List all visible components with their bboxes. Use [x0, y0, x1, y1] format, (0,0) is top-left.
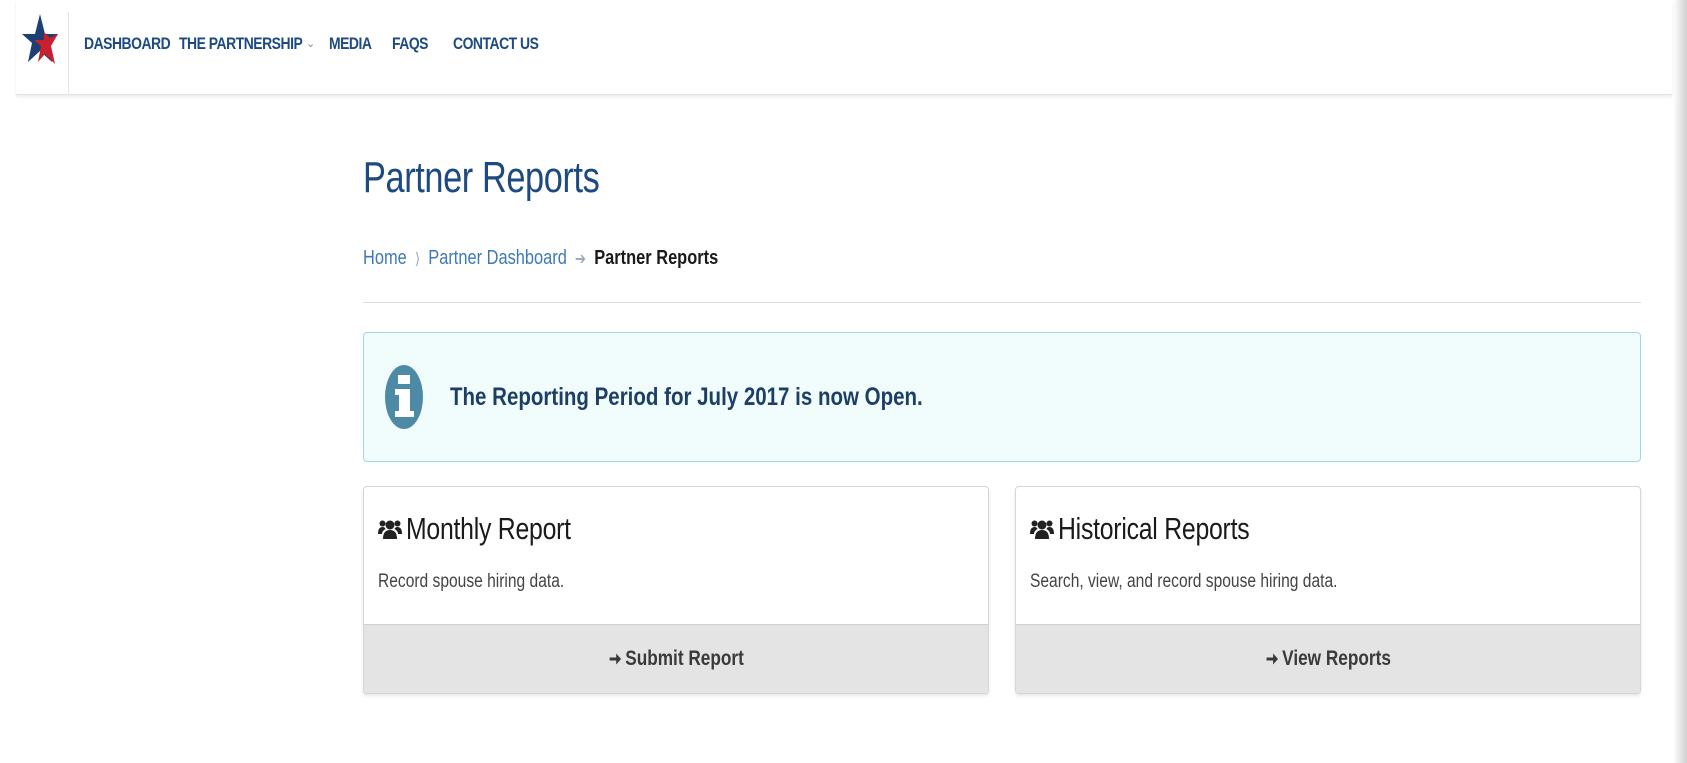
- historical-reports-card: Historical Reports Search, view, and rec…: [1015, 486, 1641, 694]
- info-icon: [385, 365, 423, 429]
- breadcrumb: Home ⟩ Partner Dashboard ➔ Partner Repor…: [363, 247, 718, 270]
- breadcrumb-home[interactable]: Home: [363, 247, 407, 270]
- card-title: Monthly Report: [406, 511, 571, 546]
- top-navbar: DASHBOARD THE PARTNERSHIP ⌄ MEDIA FAQS C…: [16, 0, 1672, 95]
- card-title: Historical Reports: [1058, 511, 1250, 546]
- star-logo-icon[interactable]: [20, 12, 60, 72]
- info-alert: The Reporting Period for July 2017 is no…: [363, 332, 1641, 462]
- nav-dashboard[interactable]: DASHBOARD: [84, 34, 171, 54]
- divider: [363, 302, 1641, 303]
- main-nav: DASHBOARD THE PARTNERSHIP ⌄ MEDIA FAQS C…: [84, 32, 543, 56]
- nav-media[interactable]: MEDIA: [329, 34, 372, 54]
- arrow-right-icon: [609, 653, 621, 665]
- window-edge-shadow: [1673, 0, 1687, 763]
- arrow-right-icon: ➔: [575, 250, 587, 268]
- chevron-right-icon: ⟩: [414, 250, 421, 268]
- card-description: Record spouse hiring data.: [378, 571, 565, 592]
- users-icon: [378, 520, 402, 539]
- nav-contact-us[interactable]: CONTACT US: [453, 34, 539, 54]
- card-description: Search, view, and record spouse hiring d…: [1030, 571, 1338, 592]
- monthly-report-card: Monthly Report Record spouse hiring data…: [363, 486, 989, 694]
- view-reports-label: View Reports: [1281, 647, 1391, 670]
- users-icon: [1030, 520, 1054, 539]
- chevron-down-icon[interactable]: ⌄: [306, 37, 315, 50]
- nav-faqs[interactable]: FAQS: [392, 34, 428, 54]
- submit-report-label: Submit Report: [624, 647, 744, 670]
- alert-message: The Reporting Period for July 2017 is no…: [450, 383, 923, 411]
- logo-divider: [68, 12, 69, 94]
- view-reports-button[interactable]: View Reports: [1016, 624, 1640, 693]
- breadcrumb-current: Partner Reports: [594, 247, 719, 269]
- breadcrumb-partner-dashboard[interactable]: Partner Dashboard: [428, 247, 567, 270]
- arrow-right-icon: [1266, 653, 1278, 665]
- submit-report-button[interactable]: Submit Report: [364, 624, 988, 693]
- nav-the-partnership[interactable]: THE PARTNERSHIP: [179, 34, 303, 54]
- page-title: Partner Reports: [363, 153, 600, 202]
